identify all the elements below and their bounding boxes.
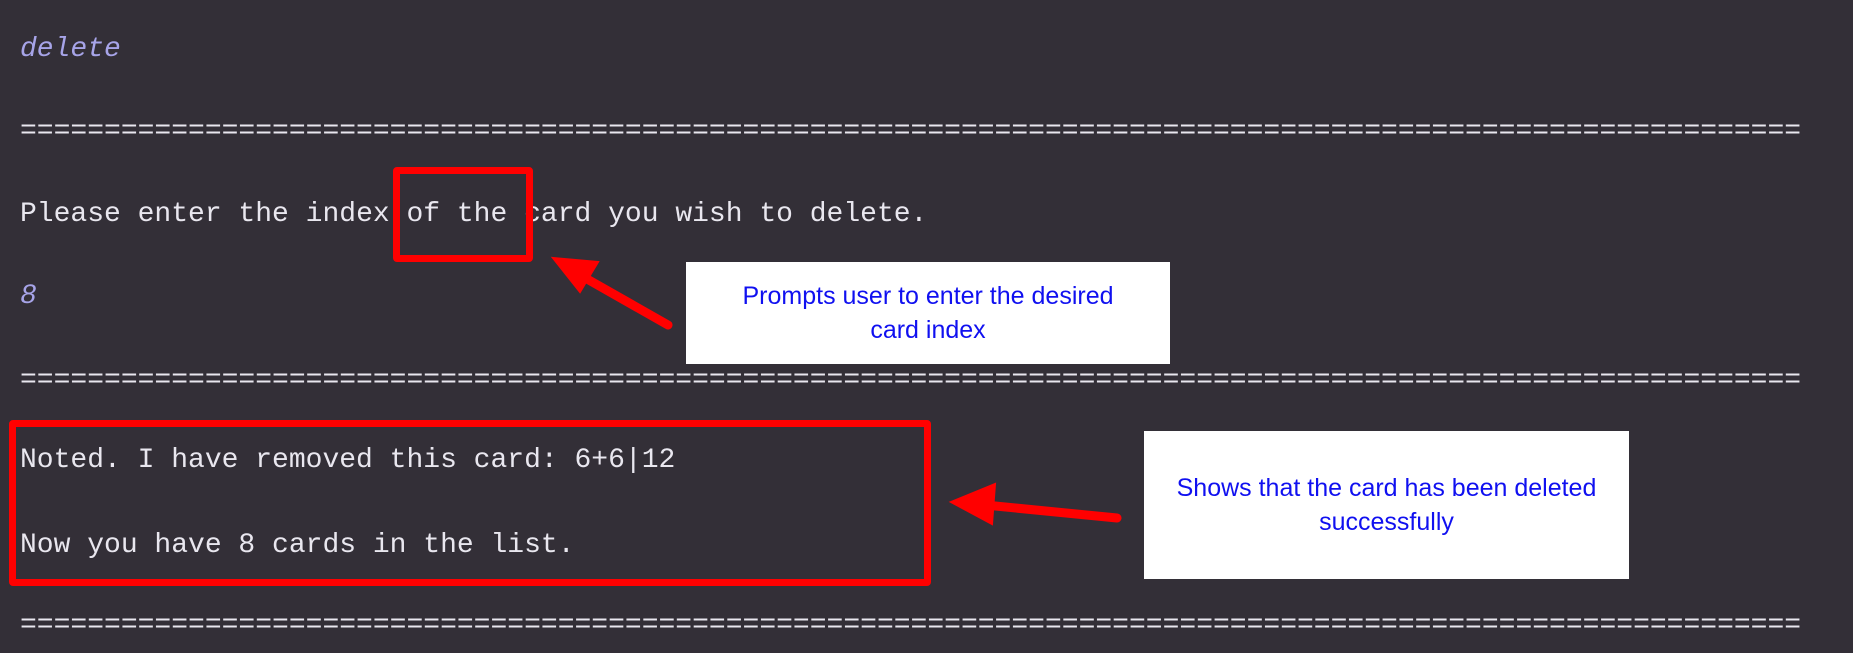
callout-result-text: Shows that the card has been deleted suc… (1176, 474, 1597, 536)
arrow-icon (948, 482, 1122, 526)
callout-prompt: Prompts user to enter the desired card i… (686, 262, 1170, 364)
callout-prompt-text: Prompts user to enter the desired card i… (742, 282, 1114, 344)
arrow-icon (550, 256, 673, 330)
callout-result: Shows that the card has been deleted suc… (1144, 431, 1629, 579)
